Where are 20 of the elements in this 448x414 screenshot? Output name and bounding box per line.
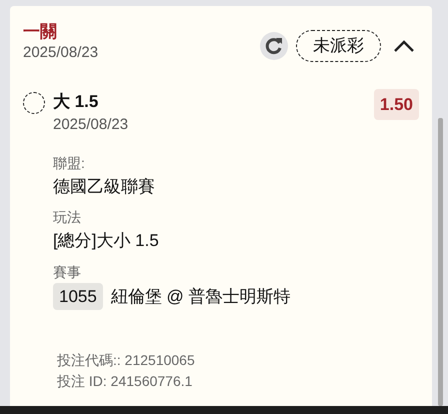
bet-title: 一關 [23,22,58,42]
odds-badge: 1.50 [374,88,419,120]
field-label: 玩法 [53,208,82,228]
field-value: 德國乙級聯賽 [53,176,155,198]
status-badge: 未派彩 [296,30,381,62]
field-value: [總分]大小 1.5 [53,230,159,252]
selection-name: 大 1.5 [53,90,100,113]
field-label: 聯盟: [53,154,86,173]
match-code: 1055 [53,282,103,310]
scrollbar-thumb[interactable] [438,118,443,406]
refresh-icon [264,36,284,56]
bet-id-text: 投注代碼:: 212510065 [57,351,196,370]
bet-date: 2025/08/23 [23,43,98,64]
chevron-up-icon [393,38,415,53]
bet-id-text: 投注 ID: 241560776.1 [57,372,194,391]
refresh-button[interactable] [260,32,288,60]
selection-radio[interactable] [23,92,45,114]
field-value: 紐倫堡 @ 普魯士明斯特 [110,286,291,308]
selection-date: 2025/08/23 [53,115,128,136]
field-label: 賽事 [53,262,82,282]
